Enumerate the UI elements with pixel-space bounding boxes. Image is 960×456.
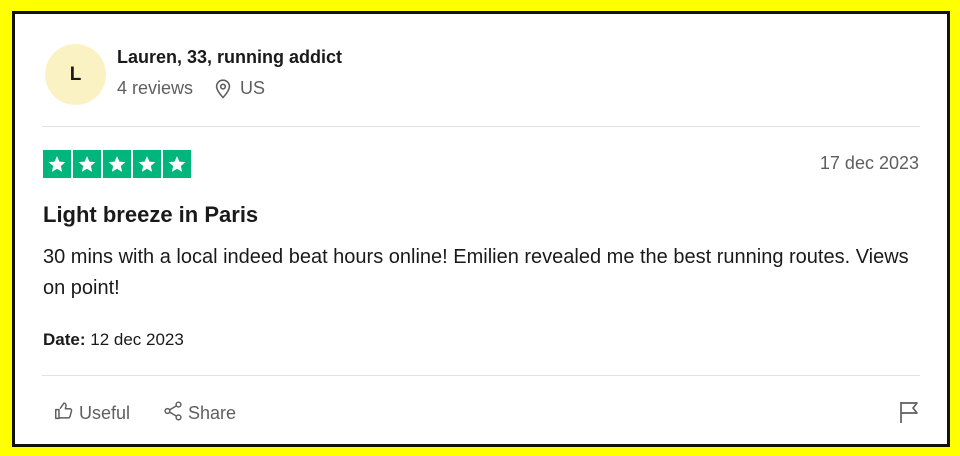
divider	[42, 126, 920, 127]
experience-date-label: Date:	[43, 330, 86, 349]
thumbs-up-icon	[53, 400, 75, 427]
star-icon	[73, 150, 101, 178]
reviewer-name[interactable]: Lauren, 33, running addict	[117, 47, 342, 68]
share-button[interactable]: Share	[162, 400, 236, 427]
review-card: L Lauren, 33, running addict 4 reviews U…	[12, 11, 950, 447]
useful-label: Useful	[79, 403, 131, 423]
review-actions: Useful Share	[53, 400, 236, 427]
star-icon	[43, 150, 71, 178]
divider	[42, 375, 920, 376]
star-icon	[103, 150, 131, 178]
review-posted-date: 17 dec 2023	[819, 153, 919, 173]
share-label: Share	[188, 403, 237, 423]
report-button[interactable]	[898, 400, 920, 429]
reviewer-location: US	[240, 78, 266, 98]
star-icon	[163, 150, 191, 178]
share-icon	[162, 400, 184, 427]
avatar-initial: L	[69, 63, 82, 85]
flag-icon	[898, 402, 920, 428]
experience-date: Date: 12 dec 2023	[43, 330, 184, 350]
star-rating	[43, 150, 191, 178]
experience-date-value: 12 dec 2023	[90, 330, 184, 349]
review-title[interactable]: Light breeze in Paris	[43, 202, 258, 228]
review-body: 30 mins with a local indeed beat hours o…	[43, 246, 909, 299]
useful-button[interactable]: Useful	[53, 400, 130, 427]
review-card-content: L Lauren, 33, running addict 4 reviews U…	[42, 14, 920, 444]
star-icon	[133, 150, 161, 178]
avatar[interactable]: L	[45, 44, 106, 105]
reviews-count: 4 reviews	[117, 78, 194, 98]
reviewer-meta: 4 reviews US	[117, 78, 265, 99]
location-pin-icon	[215, 78, 231, 99]
